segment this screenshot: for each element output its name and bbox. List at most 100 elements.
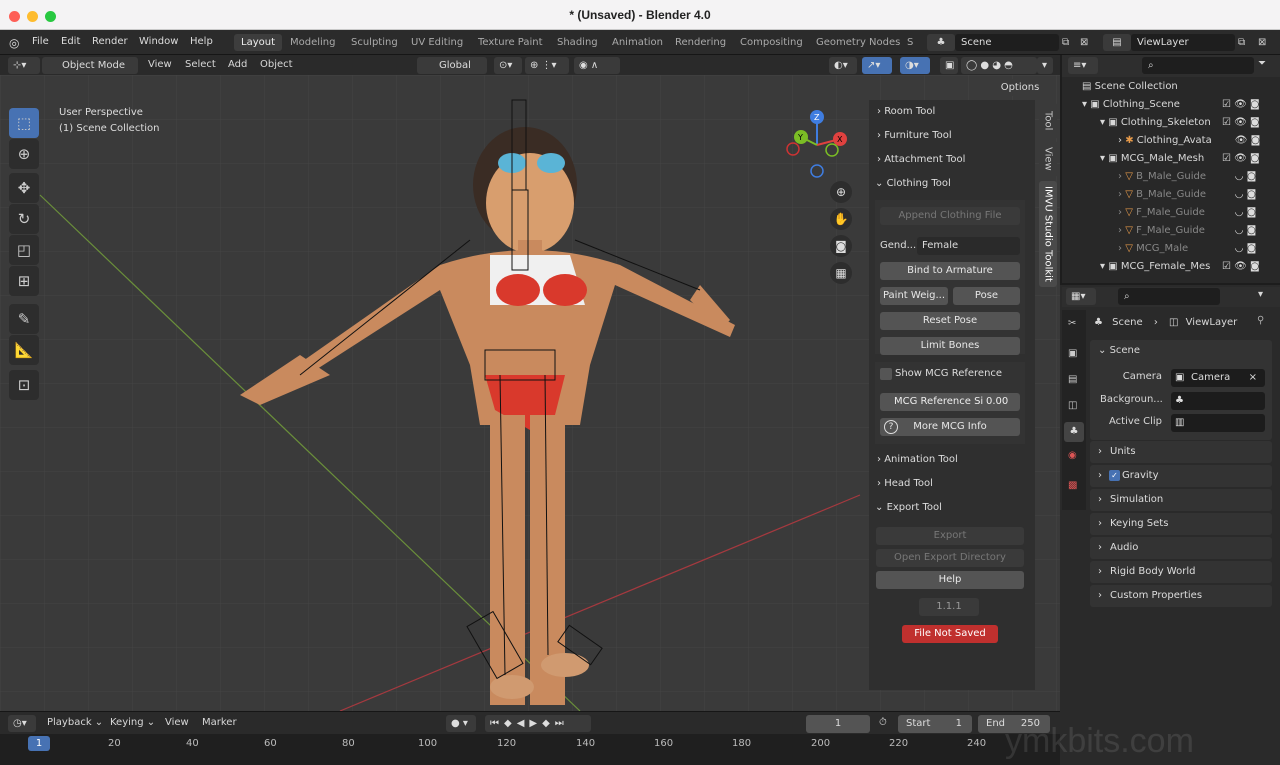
mcg-reference-size-field[interactable]: MCG Reference Si 0.00 <box>880 393 1020 411</box>
shading-options-icon[interactable]: ▾ <box>1037 57 1053 74</box>
editor-type-icon[interactable]: ⊹▾ <box>8 57 40 74</box>
pin-icon[interactable]: ⚲ <box>1257 315 1264 326</box>
zoom-icon[interactable]: ⊕ <box>830 181 852 203</box>
outliner-editor-type-icon[interactable]: ≡▾ <box>1068 57 1098 74</box>
menu-edit[interactable]: Edit <box>61 36 80 47</box>
limit-bones-button[interactable]: Limit Bones <box>880 337 1020 355</box>
annotate-tool-icon[interactable]: ✎ <box>9 304 39 334</box>
select-box-tool-icon[interactable]: ⬚ <box>9 108 39 138</box>
export-tool-header[interactable]: ⌄ Export Tool <box>875 499 1025 517</box>
timeline-editor-type-icon[interactable]: ◷▾ <box>8 715 36 732</box>
units-section[interactable]: › Units <box>1090 441 1272 463</box>
marker-menu[interactable]: Marker <box>202 717 237 728</box>
head-tool-header[interactable]: › Head Tool <box>877 475 1027 493</box>
side-tab-imvu-studio-toolkit[interactable]: IMVU Studio Toolkit <box>1039 181 1057 287</box>
proportional-edit-icon[interactable]: ◉ ∧ <box>574 57 620 74</box>
menu-help[interactable]: Help <box>190 36 213 47</box>
playback-menu[interactable]: Playback ⌄ <box>47 717 103 728</box>
outliner-root[interactable]: ▤ Scene Collection <box>1082 78 1280 96</box>
tab-compositing[interactable]: Compositing <box>733 34 810 51</box>
help-button[interactable]: Help <box>876 571 1024 589</box>
animation-tool-header[interactable]: › Animation Tool <box>877 451 1027 469</box>
viewlayer-selector-icon[interactable]: ▤ <box>1103 34 1131 51</box>
transform-tool-icon[interactable]: ⊞ <box>9 266 39 296</box>
more-mcg-info-button[interactable]: ? More MCG Info <box>880 418 1020 436</box>
gravity-checkbox[interactable]: ✓ <box>1109 470 1120 481</box>
xray-icon[interactable]: ▣ <box>940 57 958 74</box>
perspective-toggle-icon[interactable]: ▦ <box>830 262 852 284</box>
orientation-dropdown[interactable]: Global <box>417 57 487 74</box>
properties-search-icon[interactable]: ⌕ <box>1118 288 1220 305</box>
pose-button[interactable]: Pose <box>953 287 1020 305</box>
object-mode-dropdown[interactable]: Object Mode <box>42 57 138 74</box>
append-clothing-button[interactable]: Append Clothing File <box>880 207 1020 225</box>
camera-view-icon[interactable]: ◙ <box>830 235 852 257</box>
move-tool-icon[interactable]: ✥ <box>9 173 39 203</box>
active-clip-field[interactable]: ▥ <box>1171 414 1265 432</box>
tab-uv-editing[interactable]: UV Editing <box>404 34 470 51</box>
viewlayer-field[interactable]: ViewLayer <box>1131 34 1235 51</box>
background-field[interactable]: ♣ <box>1171 392 1265 410</box>
output-tab-icon[interactable]: ▤ <box>1068 374 1077 385</box>
texture-tab-icon[interactable]: ▩ <box>1068 480 1077 491</box>
outliner-search-icon[interactable]: ⌕ <box>1142 57 1254 74</box>
show-mcg-checkbox[interactable] <box>880 368 892 380</box>
side-tab-tool[interactable]: Tool <box>1039 103 1057 139</box>
tab-sculpting[interactable]: Sculpting <box>344 34 405 51</box>
simulation-section[interactable]: › Simulation <box>1090 489 1272 511</box>
bind-armature-button[interactable]: Bind to Armature <box>880 262 1020 280</box>
open-export-directory-button[interactable]: Open Export Directory <box>876 549 1024 567</box>
custom-properties-section[interactable]: › Custom Properties <box>1090 585 1272 607</box>
keying-menu[interactable]: Keying ⌄ <box>110 717 155 728</box>
audio-section[interactable]: › Audio <box>1090 537 1272 559</box>
start-frame-field[interactable]: Start 1 <box>898 715 972 733</box>
measure-tool-icon[interactable]: 📐 <box>9 335 39 365</box>
pan-hand-icon[interactable]: ✋ <box>830 208 852 230</box>
keying-sets-section[interactable]: › Keying Sets <box>1090 513 1272 535</box>
pivot-icon[interactable]: ⊙▾ <box>494 57 522 74</box>
side-tab-view[interactable]: View <box>1039 141 1057 177</box>
attachment-tool-header[interactable]: › Attachment Tool <box>877 151 1027 169</box>
render-tab-icon[interactable]: ▣ <box>1068 348 1077 359</box>
furniture-tool-header[interactable]: › Furniture Tool <box>877 127 1027 145</box>
current-frame-field[interactable]: 1 <box>806 715 870 733</box>
menu-window[interactable]: Window <box>139 36 178 47</box>
menu-file[interactable]: File <box>32 36 49 47</box>
3d-viewport[interactable]: User Perspective (1) Scene Collection ⬚ … <box>0 75 1060 711</box>
scale-tool-icon[interactable]: ◰ <box>9 235 39 265</box>
visibility-toggles[interactable]: ☑ 👁 ◙ ☑ 👁 ◙ 👁 ◙ ☑ 👁 ◙ ◡ ◙ ◡ ◙ ◡ ◙ ◡ ◙ ◡ ◙ ☑… <box>1222 96 1272 276</box>
world-tab-icon[interactable]: ◉ <box>1068 450 1077 461</box>
record-keyframe-icon[interactable]: ● ▾ <box>446 715 476 732</box>
overlay-toggle-icon[interactable]: ◑▾ <box>900 57 930 74</box>
tool-tab-icon[interactable]: ✂ <box>1068 318 1076 329</box>
remove-viewlayer-icon[interactable]: ⊠ <box>1258 34 1274 51</box>
camera-field[interactable]: ▣ Camera × <box>1171 369 1265 387</box>
menu-render[interactable]: Render <box>92 36 128 47</box>
tab-layout[interactable]: Layout <box>234 34 282 51</box>
tab-texture-paint[interactable]: Texture Paint <box>471 34 550 51</box>
tab-animation[interactable]: Animation <box>605 34 670 51</box>
rigid-body-world-section[interactable]: › Rigid Body World <box>1090 561 1272 583</box>
tab-scripting[interactable]: S <box>905 34 915 51</box>
playback-controls[interactable]: ⏮◆◀▶◆⏭ <box>485 715 591 732</box>
menu-object[interactable]: Object <box>260 59 293 70</box>
menu-select[interactable]: Select <box>185 59 216 70</box>
remove-scene-icon[interactable]: ⊠ <box>1080 34 1096 51</box>
filter-icon[interactable]: ⏷ <box>1258 58 1266 69</box>
visibility-icon[interactable]: ◐▾ <box>829 57 857 74</box>
clothing-tool-header[interactable]: ⌄ Clothing Tool <box>875 175 1025 193</box>
tab-rendering[interactable]: Rendering <box>668 34 733 51</box>
scene-selector-icon[interactable]: ♣ <box>927 34 955 51</box>
room-tool-header[interactable]: › Room Tool <box>877 103 1027 121</box>
view-layer-tab-icon[interactable]: ◫ <box>1068 400 1077 411</box>
shading-modes[interactable]: ◯ ● ◕ ◓ <box>961 57 1037 74</box>
timeline-view-menu[interactable]: View <box>165 717 189 728</box>
new-scene-icon[interactable]: ⧉ <box>1062 34 1078 51</box>
playhead[interactable]: 1 <box>28 736 50 751</box>
properties-options-icon[interactable]: ▾ <box>1258 289 1263 300</box>
scene-field[interactable]: Scene <box>955 34 1059 51</box>
menu-view[interactable]: View <box>148 59 172 70</box>
cursor-tool-icon[interactable]: ⊕ <box>9 139 39 169</box>
gravity-section[interactable]: › ✓ Gravity <box>1090 465 1272 487</box>
reset-pose-button[interactable]: Reset Pose <box>880 312 1020 330</box>
